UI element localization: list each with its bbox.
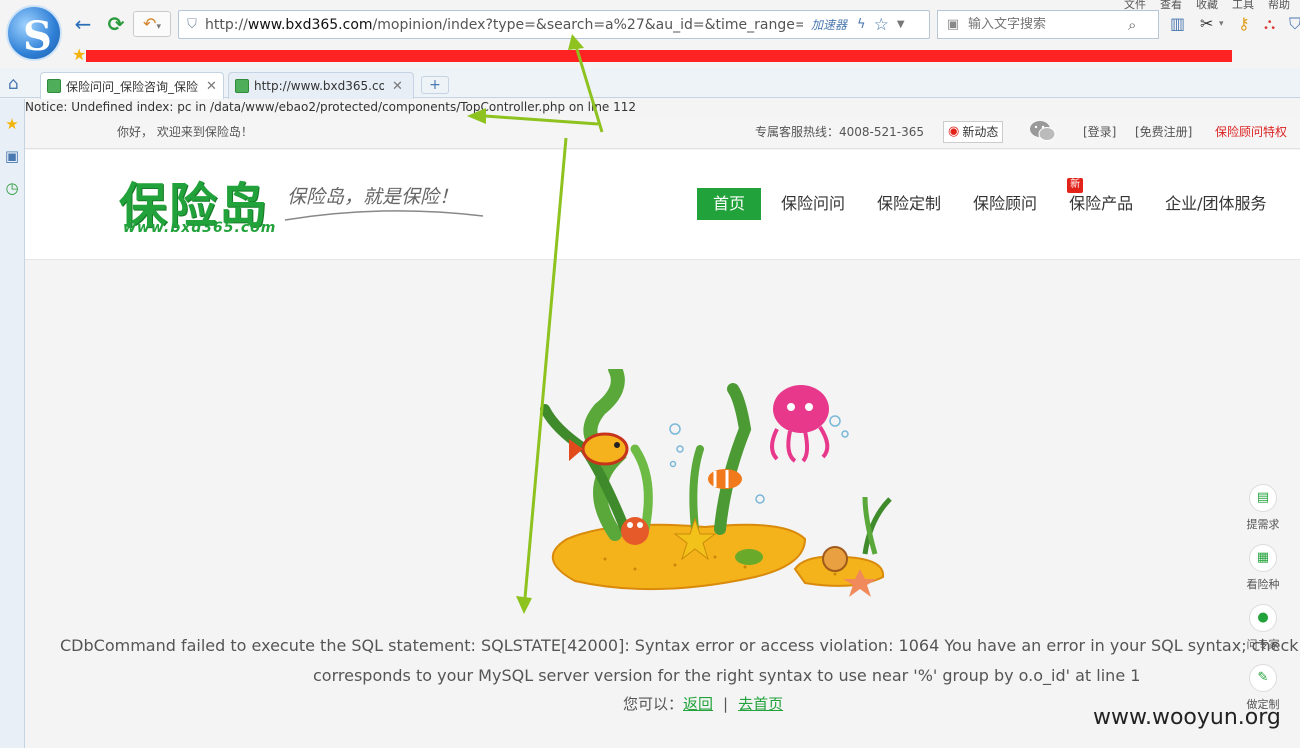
reader-icon[interactable]: ▣ bbox=[3, 147, 21, 165]
menu-favorites[interactable]: 收藏 bbox=[1196, 0, 1218, 12]
user-icon: ● bbox=[1249, 604, 1277, 632]
close-tab-icon[interactable]: ✕ bbox=[392, 79, 403, 94]
weibo-icon: ◉ bbox=[948, 124, 960, 139]
chat-icon: ▤ bbox=[1249, 484, 1277, 512]
chevron-down-icon[interactable]: ▼ bbox=[897, 19, 905, 30]
php-notice: Notice: Undefined index: pc in /data/www… bbox=[25, 100, 637, 114]
watermark: www.wooyun.org bbox=[1093, 705, 1281, 730]
error-line-1: CDbCommand failed to execute the SQL sta… bbox=[60, 636, 1299, 655]
sidebar-toggle-icon[interactable]: ▥ bbox=[1170, 14, 1185, 33]
slogan: 保险岛，就是保险！ bbox=[287, 186, 459, 208]
menu-help[interactable]: 帮助 bbox=[1268, 0, 1290, 12]
side-item-label: 问专家 bbox=[1246, 638, 1280, 651]
browser-left-rail: ★ ▣ ◷ bbox=[0, 99, 25, 748]
wechat-icon[interactable] bbox=[1029, 119, 1057, 143]
nav-custom[interactable]: 保险定制 bbox=[861, 188, 957, 220]
web-page: Notice: Undefined index: pc in /data/www… bbox=[25, 99, 1300, 748]
search-input[interactable] bbox=[968, 17, 1128, 32]
welcome-text: 你好， 欢迎来到保险岛！ bbox=[117, 125, 253, 139]
login-link[interactable]: [登录] bbox=[1083, 123, 1116, 140]
hotline-text: 专属客服热线：4008-521-365 bbox=[755, 125, 925, 139]
site-header: 保险岛 www.bxd365.com 保险岛，就是保险！ 首页 保险问问 保险定… bbox=[25, 150, 1300, 260]
search-engine-icon[interactable]: ▣ bbox=[938, 17, 968, 32]
url-text[interactable]: http://www.bxd365.com/mopinion/index?typ… bbox=[205, 17, 803, 33]
menu-tools[interactable]: 工具 bbox=[1232, 0, 1254, 12]
home-icon[interactable]: ⌂ bbox=[8, 74, 19, 94]
back-link[interactable]: 返回 bbox=[683, 695, 713, 713]
register-link[interactable]: [免费注册] bbox=[1135, 123, 1192, 140]
favorite-star-icon[interactable]: ☆ bbox=[874, 15, 889, 35]
new-tab-button[interactable]: + bbox=[421, 76, 449, 94]
sea-life-illustration bbox=[540, 369, 892, 597]
actions-separator: | bbox=[723, 695, 729, 713]
site-topbar: 你好， 欢迎来到保险岛！ 专属客服热线：4008-521-365 ◉ 新动态 [登… bbox=[25, 117, 1300, 149]
favorites-star-icon[interactable]: ★ bbox=[3, 115, 21, 133]
error-line-2: corresponds to your MySQL server version… bbox=[313, 666, 1141, 685]
refresh-icon[interactable]: ⟳ bbox=[104, 12, 128, 36]
tab-title: http://www.bxd365.com bbox=[254, 79, 384, 93]
close-tab-icon[interactable]: ✕ bbox=[206, 79, 217, 94]
accelerator-button[interactable]: 加速器 bbox=[811, 16, 847, 33]
lightning-icon[interactable]: ϟ bbox=[857, 17, 866, 32]
side-item-label: 看险种 bbox=[1246, 578, 1280, 591]
new-badge: 新 bbox=[1067, 178, 1084, 193]
nav-advisor[interactable]: 保险顾问 bbox=[957, 188, 1053, 220]
advisor-privilege-link[interactable]: 保险顾问特权 bbox=[1215, 123, 1287, 140]
key-icon[interactable]: ⚷ bbox=[1238, 14, 1250, 33]
slogan-swoosh bbox=[284, 210, 484, 221]
undo-close-tab-button[interactable]: ↶▾ bbox=[133, 11, 171, 37]
edit-icon: ✎ bbox=[1249, 664, 1277, 692]
security-shield-icon[interactable]: ⛉ bbox=[179, 17, 205, 32]
shield-icon[interactable]: ⛉ bbox=[1289, 14, 1300, 34]
tab-strip: ⌂ 保险问问_保险咨询_保险 ✕ http://www.bxd365.com ✕… bbox=[0, 68, 1300, 99]
weibo-label: 新动态 bbox=[962, 125, 999, 139]
history-clock-icon[interactable]: ◷ bbox=[3, 179, 21, 197]
browser-logo[interactable]: S bbox=[6, 5, 62, 61]
back-arrow-icon[interactable]: ← bbox=[71, 12, 95, 36]
home-link[interactable]: 去首页 bbox=[738, 695, 783, 713]
actions-prefix: 您可以： bbox=[623, 695, 684, 713]
bookmark-star-icon[interactable]: ★ bbox=[72, 45, 86, 64]
tab-active[interactable]: 保险问问_保险咨询_保险 ✕ bbox=[40, 72, 224, 99]
side-item-expert[interactable]: ● 问专家 bbox=[1233, 604, 1293, 664]
nav-products-label: 保险产品 bbox=[1069, 194, 1134, 213]
error-actions: 您可以：返回 | 去首页 bbox=[623, 693, 783, 714]
menu-view[interactable]: 查看 bbox=[1160, 0, 1182, 12]
logo-url: www.bxd365.com bbox=[123, 220, 277, 236]
tab-inactive[interactable]: http://www.bxd365.com ✕ bbox=[228, 72, 414, 99]
document-icon: ▦ bbox=[1249, 544, 1277, 572]
side-item-label: 提需求 bbox=[1246, 518, 1280, 531]
site-favicon-icon bbox=[47, 79, 61, 93]
search-icon[interactable]: ⌕ bbox=[1128, 16, 1136, 34]
scissors-icon[interactable]: ✂ bbox=[1200, 14, 1213, 33]
tab-title: 保险问问_保险咨询_保险 bbox=[66, 79, 199, 94]
nav-enterprise[interactable]: 企业/团体服务 bbox=[1149, 188, 1282, 220]
side-item-products[interactable]: ▦ 看险种 bbox=[1233, 544, 1293, 604]
weibo-button[interactable]: ◉ 新动态 bbox=[943, 121, 1004, 143]
main-nav: 首页 保险问问 保险定制 保险顾问 新保险产品 企业/团体服务 bbox=[697, 178, 1282, 220]
nav-products[interactable]: 新保险产品 bbox=[1053, 178, 1149, 220]
side-item-request[interactable]: ▤ 提需求 bbox=[1233, 484, 1293, 544]
search-bar[interactable]: ▣ ⌕ bbox=[937, 10, 1159, 39]
chevron-down-icon[interactable]: ▾ bbox=[1219, 19, 1224, 29]
site-favicon-icon bbox=[235, 79, 249, 93]
redacted-bookmark-bar bbox=[86, 50, 1232, 62]
floating-side-panel: ▤ 提需求 ▦ 看险种 ● 问专家 ✎ 做定制 bbox=[1233, 484, 1293, 724]
extension-icon[interactable]: ⛬ bbox=[1264, 14, 1275, 34]
address-bar[interactable]: ⛉ http://www.bxd365.com/mopinion/index?t… bbox=[178, 10, 930, 39]
nav-ask[interactable]: 保险问问 bbox=[765, 188, 861, 220]
nav-home[interactable]: 首页 bbox=[697, 188, 762, 220]
